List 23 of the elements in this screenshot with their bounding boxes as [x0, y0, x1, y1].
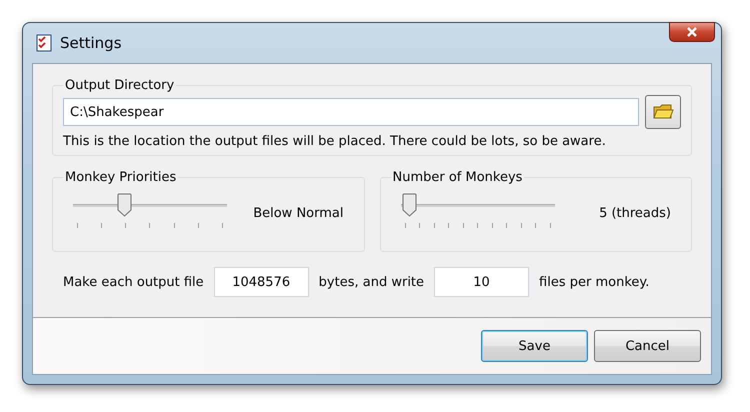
hint-text: This is the location the output files will be placed. There could be lots, so be aware. — [63, 134, 607, 149]
browse-button[interactable] — [645, 95, 681, 129]
slider-thumb[interactable] — [402, 193, 418, 217]
group-label: Output Directory — [64, 78, 176, 93]
size-label: Make each output file — [63, 274, 204, 290]
save-button[interactable]: Save — [481, 330, 588, 362]
slider[interactable] — [73, 193, 227, 227]
directory-field[interactable]: C:\Shakespear — [63, 98, 639, 126]
slider-thumb[interactable] — [117, 193, 132, 217]
close-icon — [686, 27, 698, 37]
bytes-field[interactable]: 1048576 — [214, 267, 309, 297]
files-field[interactable]: 10 — [434, 267, 530, 297]
checklist-icon — [36, 34, 52, 52]
cancel-button[interactable]: Cancel — [594, 330, 701, 362]
group-label: Monkey Priorities — [64, 170, 178, 185]
group-label: Number of Monkeys — [392, 170, 524, 185]
slider-value: Below Normal — [253, 206, 344, 220]
size-label: bytes, and write — [318, 274, 424, 290]
window-title: Settings — [60, 34, 122, 52]
slider-value: 5 (threads) — [599, 206, 671, 220]
slider[interactable] — [400, 193, 554, 227]
close-button[interactable] — [669, 22, 715, 42]
size-label: files per monkey. — [539, 274, 650, 290]
